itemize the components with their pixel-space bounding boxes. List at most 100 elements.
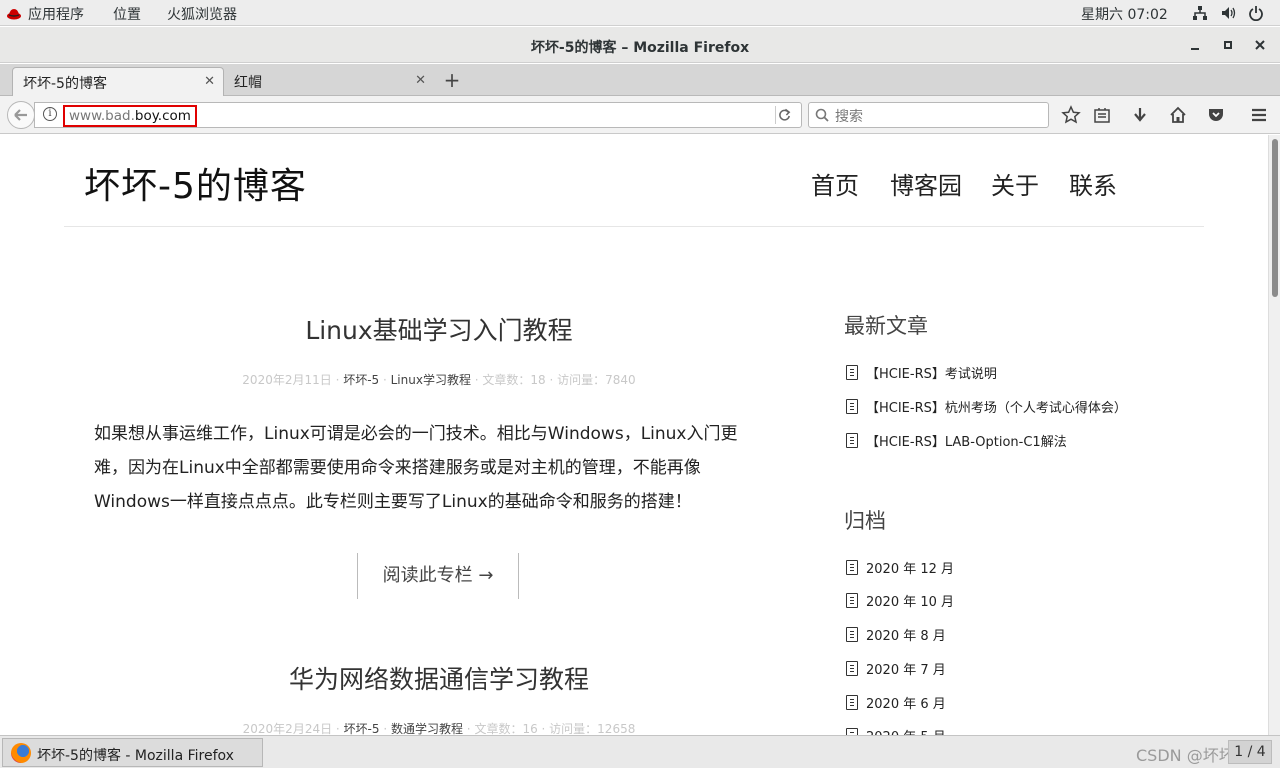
archive-link[interactable]: 2020 年 10 月 [846, 591, 954, 610]
recent-post-link[interactable]: 【HCIE-RS】杭州考场（个人考试心得体会） [846, 397, 1127, 416]
post-meta: 2020年2月24日 · 坏坏-5 · 数通学习教程 · 文章数：16 · 访问… [242, 722, 636, 735]
archive-label: 2020 年 6 月 [866, 697, 946, 712]
post-meta: 2020年2月11日 · 坏坏-5 · Linux学习教程 · 文章数：18 ·… [242, 373, 636, 387]
maximize-button[interactable] [1220, 37, 1236, 53]
navigation-bar: i www.bad.boy.com 搜索 [0, 96, 1280, 134]
header-divider [64, 226, 1204, 227]
apps-menu-label: 应用程序 [28, 7, 84, 23]
document-icon [846, 365, 858, 380]
recent-post-link[interactable]: 【HCIE-RS】LAB-Option-C1解法 [846, 431, 1067, 450]
network-icon[interactable] [1192, 5, 1208, 21]
bookmark-star-icon[interactable] [1061, 105, 1081, 125]
archive-link[interactable]: 2020 年 6 月 [846, 693, 946, 712]
calendar-icon [846, 560, 858, 575]
url-text[interactable]: www.bad.boy.com [63, 105, 197, 127]
nav-link-contact[interactable]: 联系 [1069, 166, 1117, 201]
site-title[interactable]: 坏坏-5的博客 [84, 157, 307, 209]
archive-link[interactable]: 2020 年 12 月 [846, 558, 954, 577]
post-category[interactable]: 数通学习教程 [391, 722, 463, 735]
volume-icon[interactable] [1220, 5, 1236, 21]
archive-label: 2020 年 12 月 [866, 562, 955, 577]
home-icon[interactable] [1168, 105, 1188, 125]
archive-link[interactable]: 2020 年 5 月 [846, 726, 946, 735]
apps-menu[interactable]: 应用程序 [6, 4, 84, 24]
nav-link-about[interactable]: 关于 [991, 166, 1039, 201]
post-date: 2020年2月11日 [242, 373, 332, 387]
tab-label: 红帽 [234, 75, 262, 91]
scrollbar-thumb[interactable] [1272, 139, 1278, 297]
post-author[interactable]: 坏坏-5 [344, 722, 380, 735]
read-more-button[interactable]: 阅读此专栏 → [357, 553, 519, 599]
clock[interactable]: 星期六 07:02 [1081, 4, 1168, 24]
calendar-icon [846, 593, 858, 608]
recent-post-label: 【HCIE-RS】杭州考场（个人考试心得体会） [866, 401, 1127, 416]
archive-label: 2020 年 10 月 [866, 595, 955, 610]
back-button[interactable] [7, 101, 35, 129]
tab-label: 坏坏-5的博客 [23, 76, 107, 92]
taskbar: 坏坏-5的博客 - Mozilla Firefox CSDN @坏坏-5 1 /… [0, 735, 1280, 768]
calendar-icon [846, 627, 858, 642]
calendar-icon [846, 661, 858, 676]
calendar-icon [846, 728, 858, 735]
post-title[interactable]: 华为网络数据通信学习教程 [94, 660, 784, 696]
site-info-icon[interactable]: i [43, 107, 57, 121]
archive-label: 2020 年 5 月 [866, 726, 946, 735]
tab-close-icon[interactable]: ✕ [204, 74, 215, 89]
pocket-icon[interactable] [1206, 105, 1226, 125]
post-title[interactable]: Linux基础学习入门教程 [94, 311, 784, 347]
recent-posts-heading: 最新文章 [844, 314, 928, 338]
recent-post-link[interactable]: 【HCIE-RS】考试说明 [846, 363, 997, 382]
archive-label: 2020 年 8 月 [866, 629, 946, 644]
tab-blog[interactable]: 坏坏-5的博客 ✕ [12, 67, 224, 96]
url-domain: boy.com [134, 108, 191, 124]
archive-link[interactable]: 2020 年 8 月 [846, 625, 946, 644]
places-menu[interactable]: 位置 [113, 4, 141, 24]
back-arrow-icon [14, 109, 27, 121]
window-titlebar[interactable]: 坏坏-5的博客 – Mozilla Firefox [0, 27, 1280, 63]
page-viewport: 坏坏-5的博客 首页 博客园 关于 联系 Linux基础学习入门教程 2020年… [0, 135, 1268, 735]
calendar-icon [846, 695, 858, 710]
url-bar[interactable]: i www.bad.boy.com [34, 102, 802, 128]
minimize-icon [1191, 48, 1199, 50]
reload-icon[interactable] [775, 106, 793, 124]
workspace-pager[interactable]: 1 / 4 [1228, 740, 1272, 764]
firefox-menu[interactable]: 火狐浏览器 [167, 4, 237, 24]
recent-post-label: 【HCIE-RS】考试说明 [866, 367, 997, 382]
post-word-count: 文章数：16 [474, 722, 538, 735]
close-icon [1255, 40, 1265, 50]
archive-label: 2020 年 7 月 [866, 663, 946, 678]
redhat-logo-icon [7, 9, 21, 20]
system-top-bar: 应用程序 位置 火狐浏览器 星期六 07:02 [0, 0, 1280, 26]
maximize-icon [1224, 41, 1232, 49]
tab-close-icon[interactable]: ✕ [415, 73, 426, 88]
tab-strip: 坏坏-5的博客 ✕ 红帽 ✕ [0, 64, 1280, 96]
nav-link-blogs[interactable]: 博客园 [890, 166, 962, 201]
archive-link[interactable]: 2020 年 7 月 [846, 659, 946, 678]
post-word-count: 文章数：18 [482, 373, 546, 387]
taskbar-window-firefox[interactable]: 坏坏-5的博客 - Mozilla Firefox [2, 738, 263, 767]
recent-post-label: 【HCIE-RS】LAB-Option-C1解法 [866, 435, 1067, 450]
close-window-button[interactable] [1252, 37, 1268, 53]
bookmarks-list-icon[interactable] [1092, 105, 1112, 125]
post-view-count: 访问量：7840 [557, 373, 636, 387]
document-icon [846, 399, 858, 414]
url-prefix: www.bad. [69, 108, 135, 124]
page-scrollbar[interactable] [1268, 135, 1280, 735]
new-tab-button[interactable]: + [442, 70, 462, 90]
document-icon [846, 433, 858, 448]
power-icon[interactable] [1248, 5, 1264, 21]
post-author[interactable]: 坏坏-5 [343, 373, 379, 387]
tab-redhat[interactable]: 红帽 ✕ [224, 67, 434, 96]
post-category[interactable]: Linux学习教程 [391, 373, 471, 387]
nav-link-home[interactable]: 首页 [811, 166, 859, 201]
post-excerpt: 如果想从事运维工作，Linux可谓是必会的一门技术。相比与Windows，Lin… [94, 424, 738, 512]
search-input[interactable]: 搜索 [808, 102, 1049, 128]
window-title: 坏坏-5的博客 – Mozilla Firefox [530, 40, 750, 56]
post-date: 2020年2月24日 [242, 722, 333, 735]
minimize-button[interactable] [1187, 37, 1203, 53]
archive-heading: 归档 [844, 509, 886, 533]
download-icon[interactable] [1130, 105, 1150, 125]
firefox-icon [11, 743, 31, 763]
hamburger-menu-icon[interactable] [1249, 105, 1269, 125]
taskbar-window-label: 坏坏-5的博客 - Mozilla Firefox [37, 748, 234, 764]
